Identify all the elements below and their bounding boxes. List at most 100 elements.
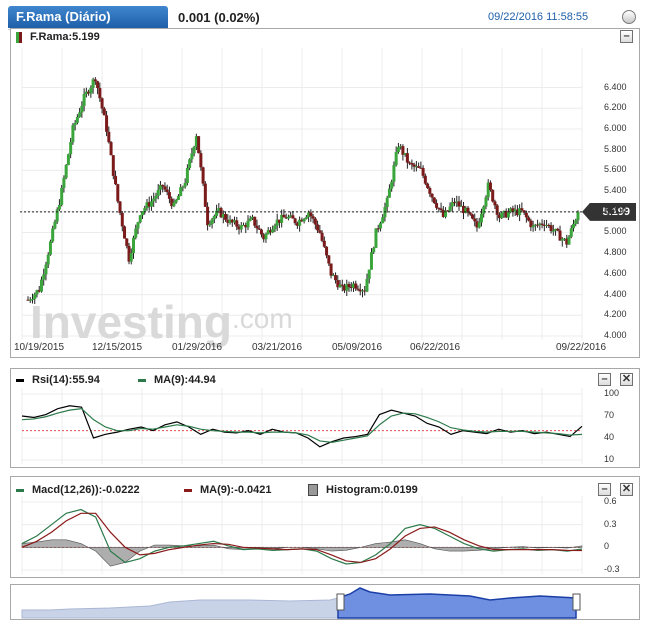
main-y-tick: 5.000 [604, 226, 627, 237]
candle-body [430, 193, 434, 198]
candle-body [396, 147, 400, 152]
last-update-time: 09/22/2016 11:58:55 [488, 11, 589, 23]
main-x-tick: 09/22/2016 [556, 342, 607, 353]
candle-body [293, 218, 297, 224]
main-x-tick: 06/22/2016 [410, 342, 461, 353]
main-y-tick: 6.200 [604, 102, 627, 113]
main-x-tick: 05/09/2016 [332, 342, 383, 353]
candle-body [105, 115, 109, 132]
candle-body [39, 279, 43, 292]
candle-body [149, 201, 153, 207]
candle-body [212, 215, 216, 220]
candle-body [271, 229, 275, 233]
price-change: 0.001 (0.02%) [178, 10, 260, 25]
candle-body [302, 218, 306, 222]
main-y-tick: 5.800 [604, 143, 627, 154]
candle-body [132, 237, 136, 254]
main-y-tick: 5.400 [604, 185, 627, 196]
candle-body [174, 199, 178, 203]
candle-body [183, 182, 187, 187]
candle-body [264, 233, 268, 240]
macd-y-tick: 0.6 [604, 496, 617, 506]
candle-body [138, 215, 142, 223]
candle-body [199, 153, 203, 168]
candle-body [89, 87, 93, 94]
candle-body [282, 214, 286, 218]
candle-body [340, 284, 344, 286]
candle-body [488, 182, 492, 190]
candle-body [134, 228, 138, 238]
candle-body [257, 228, 261, 230]
candle-body [46, 254, 50, 265]
main-y-tick: 5.200 [604, 205, 627, 216]
candle-body [143, 208, 147, 212]
macd-y-tick: -0.3 [604, 564, 620, 574]
candle-body [224, 214, 228, 220]
candle-body [188, 159, 192, 169]
navigator-left-handle[interactable] [336, 593, 345, 611]
rsi-plot [21, 388, 583, 464]
candle-body [100, 98, 104, 109]
main-y-tick: 6.000 [604, 122, 627, 133]
main-x-tick: 10/19/2015 [14, 342, 65, 353]
candle-body [136, 222, 140, 229]
navigator-svg[interactable] [10, 584, 640, 620]
candle-body [116, 184, 120, 202]
candle-body [432, 197, 436, 204]
main-chart-svg: Investing .com [20, 48, 583, 348]
candle-body [495, 205, 499, 215]
candle-body [44, 264, 48, 275]
candle-body [428, 188, 432, 194]
candle-body [356, 288, 360, 290]
candle-body [53, 221, 57, 229]
candle-body [320, 232, 324, 241]
candle-body [255, 225, 259, 229]
candle-body [439, 208, 443, 210]
candle-body [417, 166, 421, 168]
candle-body [201, 167, 205, 184]
candle-body [208, 223, 212, 226]
candle-body [42, 274, 46, 280]
collapse-icon[interactable] [622, 10, 636, 24]
candle-body [378, 223, 382, 229]
candle-body [73, 122, 77, 126]
candle-body [520, 208, 524, 211]
candle-body [75, 116, 79, 123]
candle-body [567, 236, 571, 245]
candle-body [102, 108, 106, 116]
candle-body [574, 220, 578, 224]
candle-body [197, 136, 201, 154]
candle-body [80, 105, 84, 113]
candle-body [484, 197, 488, 207]
candle-body [549, 225, 553, 232]
candle-body [405, 153, 409, 163]
candle-body [309, 212, 313, 217]
candle-body [457, 201, 461, 207]
main-y-tick: 4.800 [604, 247, 627, 258]
rsi-chart-svg [21, 388, 583, 464]
candle-body [531, 225, 535, 228]
candle-body [493, 201, 497, 206]
candle-body [572, 223, 576, 229]
navigator-right-handle[interactable] [572, 593, 581, 611]
candle-body [423, 175, 427, 184]
candles [26, 77, 580, 304]
candle-body [78, 112, 82, 117]
rsi-y-tick: 40 [604, 432, 615, 442]
candle-body [64, 164, 68, 178]
candle-body [111, 155, 115, 176]
candle-body [192, 146, 196, 154]
candle-body [120, 212, 124, 227]
candle-body [96, 81, 100, 89]
candle-body [394, 151, 398, 166]
candle-body [48, 241, 52, 255]
candle-body [426, 183, 430, 189]
candle-body [190, 153, 194, 160]
candle-body [259, 229, 263, 235]
candle-body [491, 189, 495, 202]
chart-title-tab[interactable]: F.Rama (Diário) [8, 6, 168, 28]
candle-body [479, 213, 483, 223]
candle-body [248, 218, 252, 221]
candle-body [57, 204, 61, 210]
candle-body [354, 283, 358, 289]
